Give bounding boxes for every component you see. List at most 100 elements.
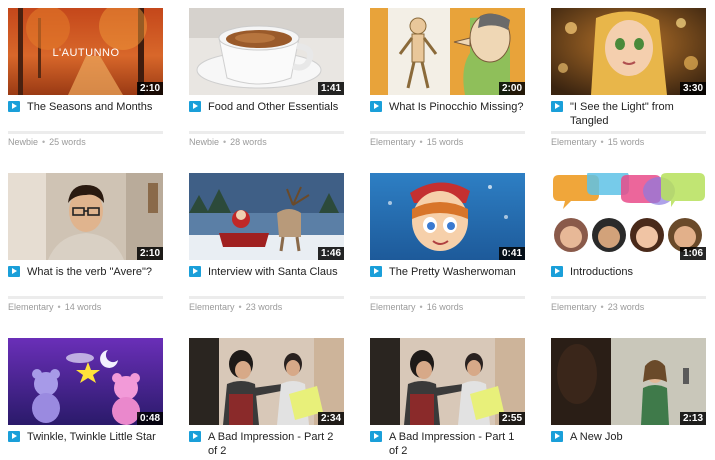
separator-dot: • xyxy=(600,302,604,312)
duration-badge: 1:46 xyxy=(317,247,344,260)
video-title[interactable]: A Bad Impression - Part 1 of 2 xyxy=(389,430,525,458)
separator-dot: • xyxy=(223,137,227,147)
play-icon[interactable] xyxy=(370,431,382,442)
progress-track xyxy=(189,131,344,134)
progress-track xyxy=(8,131,163,134)
video-title[interactable]: What Is Pinocchio Missing? xyxy=(389,100,525,114)
duration-badge: 1:41 xyxy=(317,82,344,95)
play-icon[interactable] xyxy=(189,431,201,442)
progress-track xyxy=(551,296,706,299)
word-count: 15 words xyxy=(607,137,645,147)
duration-badge: 0:41 xyxy=(498,247,525,260)
video-card[interactable]: 3:30 "I See the Light" from Tangled xyxy=(551,8,706,130)
duration-badge: 2:34 xyxy=(317,412,344,425)
speech-bubbles-faces-thumbnail[interactable]: 1:06 xyxy=(551,173,706,260)
play-icon[interactable] xyxy=(189,101,201,112)
video-meta: Elementary • 23 words xyxy=(189,302,282,312)
video-title[interactable]: The Seasons and Months xyxy=(27,100,163,114)
separator-dot: • xyxy=(238,302,242,312)
video-meta: Newbie • 28 words xyxy=(189,137,267,147)
thumb-caption: L'AUTUNNO xyxy=(52,47,119,59)
level-label: Elementary xyxy=(551,302,597,312)
separator-dot: • xyxy=(42,137,46,147)
play-icon[interactable] xyxy=(551,101,563,112)
separator-dot: • xyxy=(600,137,604,147)
word-count: 14 words xyxy=(64,302,102,312)
video-title[interactable]: A New Job xyxy=(570,430,706,444)
video-title[interactable]: Interview with Santa Claus xyxy=(208,265,344,279)
progress-track xyxy=(189,296,344,299)
duration-badge: 2:10 xyxy=(136,247,163,260)
video-title[interactable]: Introductions xyxy=(570,265,706,279)
man-with-glasses-thumbnail[interactable]: 2:10 xyxy=(8,173,163,260)
video-card[interactable]: 0:41 The Pretty Washerwoman xyxy=(370,173,525,295)
teddy-bears-moon-thumbnail[interactable]: 0:48 xyxy=(8,338,163,425)
video-meta: Elementary • 15 words xyxy=(551,137,644,147)
level-label: Newbie xyxy=(189,137,220,147)
play-icon[interactable] xyxy=(551,266,563,277)
video-card[interactable]: 1:46 Interview with Santa Claus xyxy=(189,173,344,295)
video-title[interactable]: A Bad Impression - Part 2 of 2 xyxy=(208,430,344,458)
video-card[interactable]: 2:55 A Bad Impression - Part 1 of 2 xyxy=(370,338,525,460)
level-label: Elementary xyxy=(189,302,235,312)
word-count: 16 words xyxy=(426,302,464,312)
level-label: Elementary xyxy=(370,137,416,147)
video-card[interactable]: 2:34 A Bad Impression - Part 2 of 2 xyxy=(189,338,344,460)
progress-track xyxy=(551,131,706,134)
video-title[interactable]: Food and Other Essentials xyxy=(208,100,344,114)
progress-track xyxy=(370,131,525,134)
video-card[interactable]: 2:00 What Is Pinocchio Missing? xyxy=(370,8,525,130)
rapunzel-thumbnail[interactable]: 3:30 xyxy=(551,8,706,95)
video-meta: Elementary • 15 words xyxy=(370,137,463,147)
video-card[interactable]: 2:10 What is the verb "Avere"? xyxy=(8,173,163,295)
video-card[interactable]: 1:06 Introductions xyxy=(551,173,706,295)
video-title[interactable]: The Pretty Washerwoman xyxy=(389,265,525,279)
video-meta: Newbie • 25 words xyxy=(8,137,86,147)
level-label: Elementary xyxy=(551,137,597,147)
video-meta: Elementary • 23 words xyxy=(551,302,644,312)
video-title[interactable]: Twinkle, Twinkle Little Star xyxy=(27,430,163,444)
autumn-forest-thumbnail[interactable]: L'AUTUNNO 2:10 xyxy=(8,8,163,95)
word-count: 23 words xyxy=(245,302,283,312)
word-count: 15 words xyxy=(426,137,464,147)
two-men-sign-thumbnail[interactable]: 2:34 xyxy=(189,338,344,425)
progress-track xyxy=(370,296,525,299)
separator-dot: • xyxy=(57,302,61,312)
level-label: Newbie xyxy=(8,137,39,147)
play-icon[interactable] xyxy=(551,431,563,442)
separator-dot: • xyxy=(419,302,423,312)
play-icon[interactable] xyxy=(189,266,201,277)
video-meta: Elementary • 14 words xyxy=(8,302,101,312)
play-icon[interactable] xyxy=(8,431,20,442)
cartoon-girl-thumbnail[interactable]: 0:41 xyxy=(370,173,525,260)
duration-badge: 2:10 xyxy=(136,82,163,95)
video-title[interactable]: What is the verb "Avere"? xyxy=(27,265,163,279)
play-icon[interactable] xyxy=(370,266,382,277)
word-count: 23 words xyxy=(607,302,645,312)
two-men-sign-thumbnail[interactable]: 2:55 xyxy=(370,338,525,425)
santa-sleigh-thumbnail[interactable]: 1:46 xyxy=(189,173,344,260)
separator-dot: • xyxy=(419,137,423,147)
duration-badge: 0:48 xyxy=(136,412,163,425)
play-icon[interactable] xyxy=(8,101,20,112)
play-icon[interactable] xyxy=(8,266,20,277)
espresso-cup-thumbnail[interactable]: 1:41 xyxy=(189,8,344,95)
word-count: 25 words xyxy=(49,137,86,147)
pinocchio-cartoon-thumbnail[interactable]: 2:00 xyxy=(370,8,525,95)
level-label: Elementary xyxy=(370,302,416,312)
duration-badge: 1:06 xyxy=(679,247,706,260)
video-card[interactable]: 2:13 A New Job xyxy=(551,338,706,460)
video-card[interactable]: 1:41 Food and Other Essentials xyxy=(189,8,344,130)
duration-badge: 2:13 xyxy=(679,412,706,425)
video-title[interactable]: "I See the Light" from Tangled xyxy=(570,100,706,128)
duration-badge: 2:55 xyxy=(498,412,525,425)
play-icon[interactable] xyxy=(370,101,382,112)
video-card[interactable]: 0:48 Twinkle, Twinkle Little Star xyxy=(8,338,163,460)
video-card[interactable]: L'AUTUNNO 2:10 The Seasons and Months xyxy=(8,8,163,130)
progress-track xyxy=(8,296,163,299)
level-label: Elementary xyxy=(8,302,54,312)
word-count: 28 words xyxy=(230,137,267,147)
duration-badge: 3:30 xyxy=(679,82,706,95)
video-meta: Elementary • 16 words xyxy=(370,302,463,312)
office-woman-thumbnail[interactable]: 2:13 xyxy=(551,338,706,425)
